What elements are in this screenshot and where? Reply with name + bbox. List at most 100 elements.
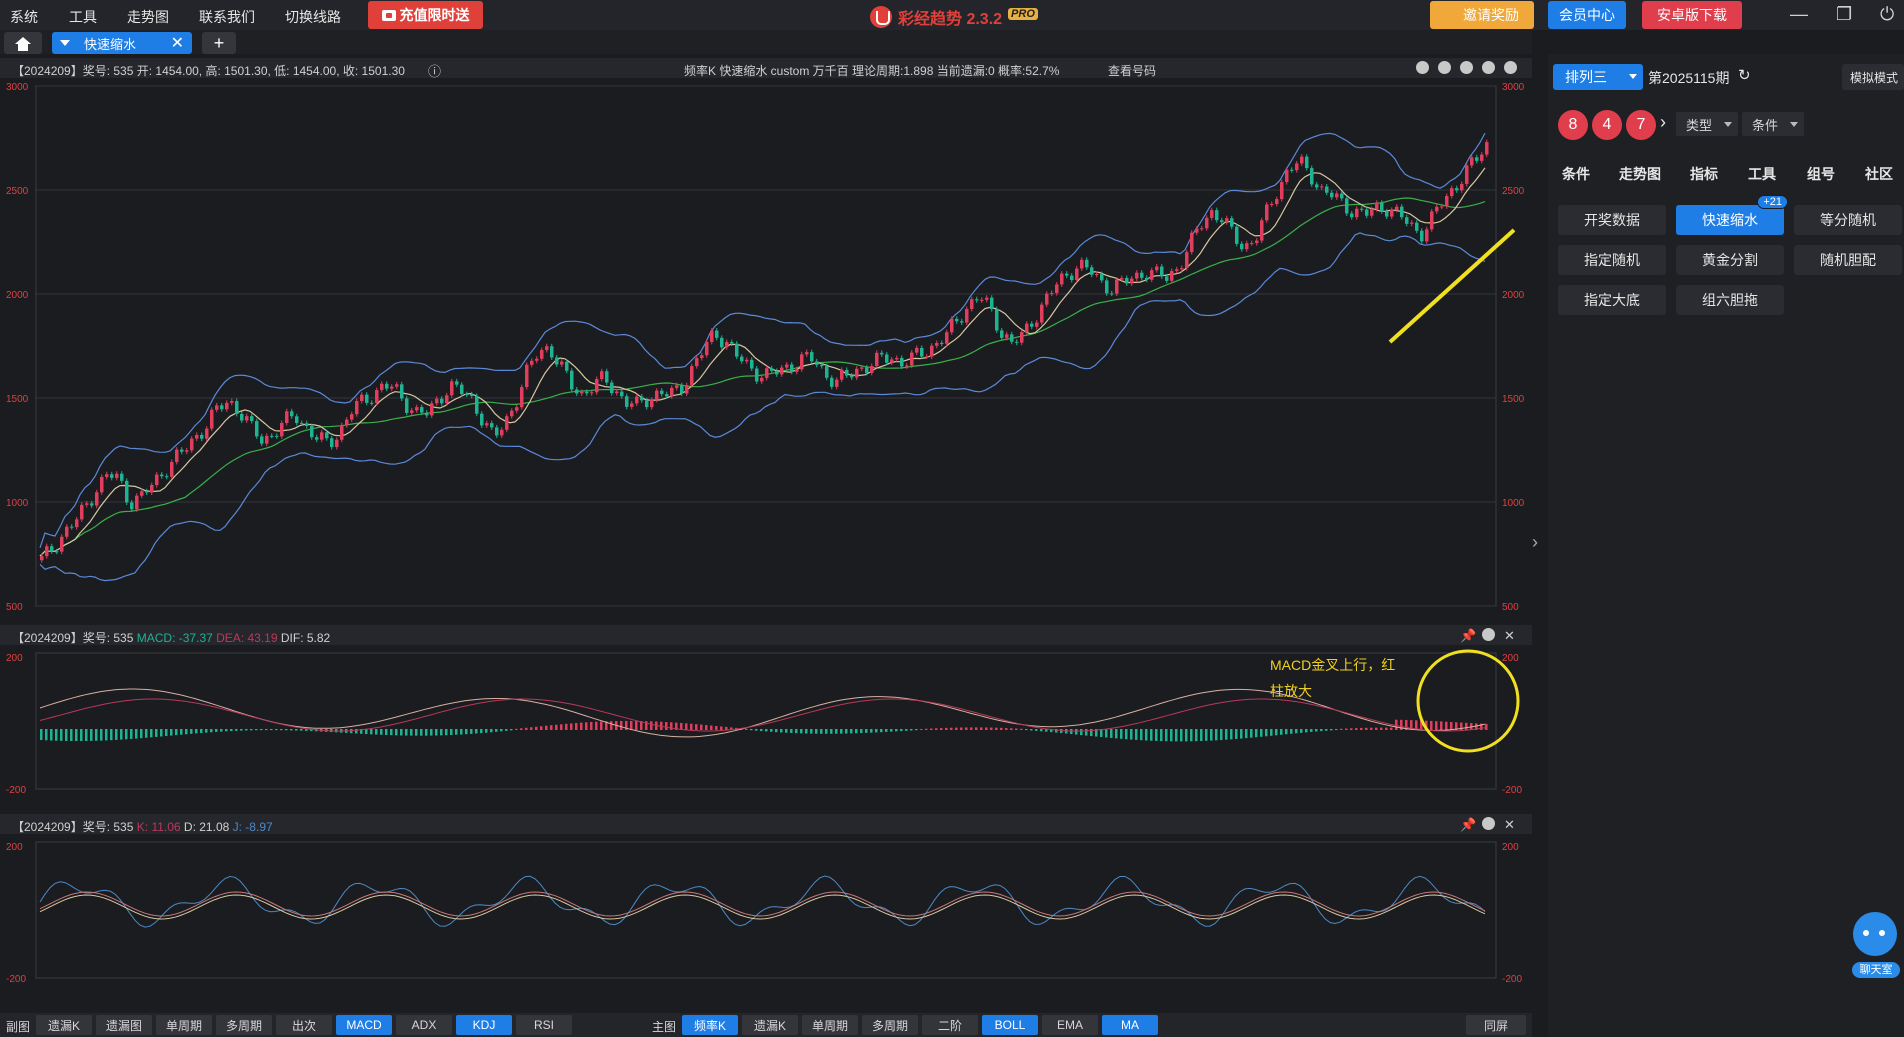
edit-icon[interactable] <box>1416 61 1429 74</box>
candle <box>375 389 379 404</box>
candle <box>50 546 54 552</box>
macd-bar <box>1175 729 1178 742</box>
sync-screen-button[interactable]: 同屏 <box>1466 1015 1526 1035</box>
macd-info: 【2024209】奖号: 535 MACD: -37.37 DEA: 43.19… <box>12 629 330 646</box>
restore-icon[interactable]: ❐ <box>1836 4 1852 25</box>
macd-bar <box>290 729 293 731</box>
candle <box>955 318 959 322</box>
zoom-out-icon[interactable] <box>1438 61 1451 74</box>
power-icon[interactable]: ⏻ <box>1880 4 1894 25</box>
pin-icon[interactable]: 📌 <box>1460 628 1476 644</box>
sub-btn-rsi[interactable]: RSI <box>516 1015 572 1035</box>
sub-btn-kdj[interactable]: KDJ <box>456 1015 512 1035</box>
settings-icon[interactable] <box>1504 61 1517 74</box>
macd-bar <box>705 725 708 730</box>
close-icon[interactable]: ✕ <box>1504 628 1515 644</box>
kdj-chart[interactable]: 200 200 -200 -200 <box>0 836 1532 985</box>
chat-icon[interactable] <box>1853 912 1897 956</box>
sub-btn-adx[interactable]: ADX <box>396 1015 452 1035</box>
lottery-select[interactable]: 排列三 <box>1553 64 1643 90</box>
tool-draw-data[interactable]: 开奖数据 <box>1558 205 1666 235</box>
sub-btn-miss-k[interactable]: 遗漏K <box>36 1015 92 1035</box>
chevron-right-icon[interactable]: › <box>1660 112 1666 133</box>
member-center-button[interactable]: 会员中心 <box>1548 1 1626 29</box>
candle <box>1005 334 1009 338</box>
nav-tools[interactable]: 工具 <box>1748 164 1776 184</box>
menu-contact[interactable]: 联系我们 <box>199 7 255 27</box>
sub-btn-multi-period[interactable]: 多周期 <box>216 1015 272 1035</box>
main-chart[interactable]: 3000 3000 2500 2500 2000 2000 1500 1500 1000 1000… <box>0 80 1532 618</box>
tool-golden-section[interactable]: 黄金分割 <box>1676 245 1784 275</box>
add-tab-button[interactable]: + <box>202 32 236 54</box>
macd-bar <box>1440 721 1443 730</box>
macd-bar <box>590 722 593 730</box>
candle <box>1380 202 1384 212</box>
sub-btn-miss-chart[interactable]: 遗漏图 <box>96 1015 152 1035</box>
collapse-sidebar-icon[interactable]: › <box>1532 532 1548 562</box>
macd-bar <box>540 726 543 730</box>
minimize-icon[interactable]: — <box>1790 4 1808 25</box>
macd-bar <box>1250 729 1253 738</box>
home-tab[interactable] <box>4 32 42 54</box>
main-btn-freq-k[interactable]: 频率K <box>682 1015 738 1035</box>
main-btn-second-order[interactable]: 二阶 <box>922 1015 978 1035</box>
menu-tools[interactable]: 工具 <box>69 7 97 27</box>
candle <box>480 413 484 426</box>
tool-random-dan[interactable]: 随机胆配 <box>1794 245 1902 275</box>
pin-icon[interactable]: 📌 <box>1460 817 1476 833</box>
candle <box>405 398 409 413</box>
tool-specified-base[interactable]: 指定大底 <box>1558 285 1666 315</box>
settings-icon[interactable] <box>1482 628 1495 641</box>
simulate-mode-button[interactable]: 模拟模式 <box>1842 64 1904 90</box>
menu-system[interactable]: 系统 <box>10 7 38 27</box>
settings-icon[interactable] <box>1482 817 1495 830</box>
main-btn-ma[interactable]: MA <box>1102 1015 1158 1035</box>
condition-dropdown[interactable]: 条件 <box>1742 112 1804 136</box>
chat-label[interactable]: 聊天室 <box>1852 962 1900 978</box>
promo-button[interactable]: 充值限时送 <box>368 1 483 29</box>
macd-bar <box>1385 727 1388 730</box>
tab-quick-shrink[interactable]: 快速缩水 ✕ <box>52 32 192 54</box>
menu-switch-line[interactable]: 切换线路 <box>285 7 341 27</box>
nav-community[interactable]: 社区 <box>1865 164 1893 184</box>
main-btn-single-period[interactable]: 单周期 <box>802 1015 858 1035</box>
main-btn-multi-period[interactable]: 多周期 <box>862 1015 918 1035</box>
macd-bar <box>1450 721 1453 730</box>
arrow-up-icon[interactable] <box>1460 61 1473 74</box>
macd-bar <box>445 729 448 736</box>
sub-btn-occur[interactable]: 出次 <box>276 1015 332 1035</box>
candle <box>255 421 259 437</box>
tool-equal-random[interactable]: 等分随机 <box>1794 205 1902 235</box>
type-dropdown[interactable]: 类型 <box>1676 112 1738 136</box>
refresh-icon[interactable]: ↻ <box>1738 66 1751 84</box>
candle <box>85 503 89 505</box>
tool-specified-random[interactable]: 指定随机 <box>1558 245 1666 275</box>
tool-group6-dan[interactable]: 组六胆拖 <box>1676 285 1784 315</box>
sub-btn-single-period[interactable]: 单周期 <box>156 1015 212 1035</box>
menu-trend[interactable]: 走势图 <box>127 7 169 27</box>
candle <box>1455 188 1459 191</box>
query-number-link[interactable]: 查看号码 <box>1108 62 1156 79</box>
arrow-down-icon[interactable] <box>1482 61 1495 74</box>
count-badge: +21 <box>1757 195 1788 209</box>
candle <box>1350 213 1354 218</box>
macd-bar <box>1465 722 1468 730</box>
main-btn-ema[interactable]: EMA <box>1042 1015 1098 1035</box>
close-icon[interactable]: ✕ <box>171 33 184 53</box>
tool-quick-shrink[interactable]: 快速缩水 +21 <box>1676 195 1788 235</box>
nav-condition[interactable]: 条件 <box>1562 164 1590 184</box>
nav-indicator[interactable]: 指标 <box>1690 164 1718 184</box>
sub-btn-macd[interactable]: MACD <box>336 1015 392 1035</box>
nav-trend[interactable]: 走势图 <box>1619 164 1661 184</box>
nav-group[interactable]: 组号 <box>1807 164 1835 184</box>
invite-button[interactable]: 邀请奖励 <box>1430 1 1534 29</box>
candle <box>1160 266 1164 277</box>
main-btn-miss-k[interactable]: 遗漏K <box>742 1015 798 1035</box>
help-icon[interactable]: ⓘ <box>428 61 441 80</box>
macd-bar <box>1370 727 1373 730</box>
macd-bar <box>470 729 473 734</box>
main-btn-boll[interactable]: BOLL <box>982 1015 1038 1035</box>
android-download-button[interactable]: 安卓版下载 <box>1642 1 1742 29</box>
close-icon[interactable]: ✕ <box>1504 817 1515 833</box>
candle <box>1115 279 1119 294</box>
